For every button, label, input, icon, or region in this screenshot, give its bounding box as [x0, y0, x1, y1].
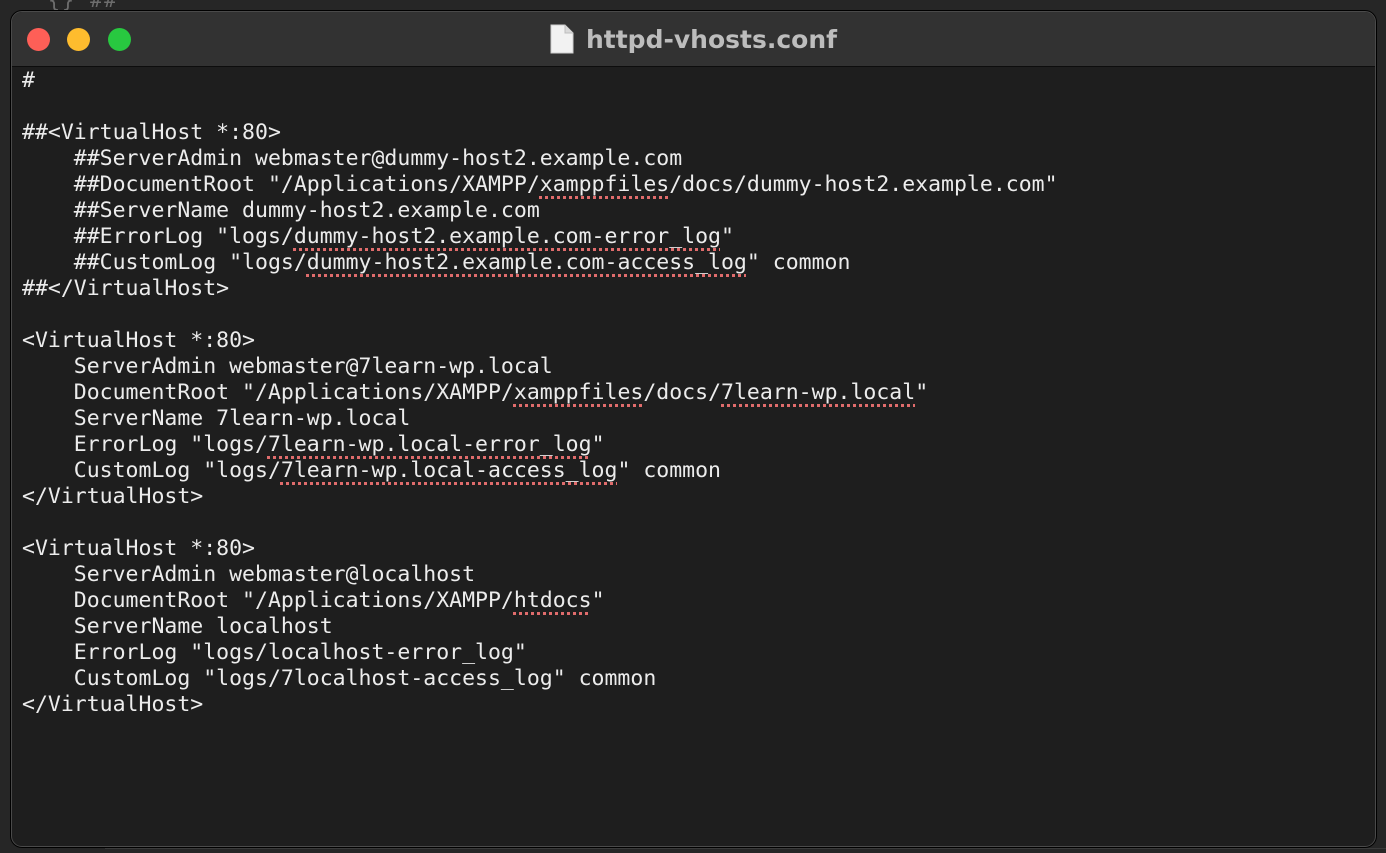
editor-text: ##CustomLog "logs/ [22, 250, 307, 275]
background-divider [105, 848, 1386, 849]
editor-line: ##</VirtualHost> [22, 276, 1362, 302]
window-title: httpd-vhosts.conf [585, 24, 837, 54]
spellcheck-flagged-word: 7learn-wp.local-error_log [267, 432, 592, 457]
editor-line: ##ServerAdmin webmaster@dummy-host2.exam… [22, 146, 1362, 172]
editor-line: ErrorLog "logs/localhost-error_log" [22, 640, 1362, 666]
editor-line: <VirtualHost *:80> [22, 328, 1362, 354]
editor-text: CustomLog "logs/7localhost-access_log" c… [22, 666, 657, 691]
editor-text: ##ServerName dummy-host2.example.com [22, 198, 540, 223]
editor-text: ServerName 7learn-wp.local [22, 406, 411, 431]
editor-text: " [915, 380, 929, 405]
editor-text: </VirtualHost> [22, 484, 204, 509]
editor-line: ServerName localhost [22, 614, 1362, 640]
editor-line: ##<VirtualHost *:80> [22, 120, 1362, 146]
editor-line: ##ServerName dummy-host2.example.com [22, 198, 1362, 224]
spellcheck-flagged-word: dummy-host2.example.com-error_log [293, 224, 721, 249]
spellcheck-flagged-word: htdocs [513, 588, 592, 613]
editor-text: ServerAdmin webmaster@localhost [22, 562, 476, 587]
editor-line: CustomLog "logs/7localhost-access_log" c… [22, 666, 1362, 692]
editor-line: ServerAdmin webmaster@7learn-wp.local [22, 354, 1362, 380]
editor-text: </VirtualHost> [22, 692, 204, 717]
editor-line: DocumentRoot "/Applications/XAMPP/xamppf… [22, 380, 1362, 406]
spellcheck-flagged-word: 7learn-wp.local [721, 380, 916, 405]
editor-text: ServerAdmin webmaster@7learn-wp.local [22, 354, 553, 379]
editor-text: /docs/dummy-host2.example.com" [669, 172, 1058, 197]
editor-text: " common [746, 250, 851, 275]
editor-text: " [591, 432, 605, 457]
editor-line: ServerName 7learn-wp.local [22, 406, 1362, 432]
editor-line: <VirtualHost *:80> [22, 536, 1362, 562]
text-editor-window: httpd-vhosts.conf # ##<VirtualHost *:80>… [11, 11, 1376, 847]
spellcheck-flagged-word: dummy-host2.example.com-access_log [306, 250, 747, 275]
document-icon [550, 24, 574, 54]
editor-text: ##</VirtualHost> [22, 276, 230, 301]
spellcheck-flagged-word: 7learn-wp.local-access_log [280, 458, 618, 483]
editor-text: <VirtualHost *:80> [22, 328, 255, 353]
editor-line: </VirtualHost> [22, 692, 1362, 718]
editor-line: CustomLog "logs/7learn-wp.local-access_l… [22, 458, 1362, 484]
editor-text: ##<VirtualHost *:80> [22, 120, 281, 145]
editor-text: DocumentRoot "/Applications/XAMPP/ [22, 588, 514, 613]
editor-line: ErrorLog "logs/7learn-wp.local-error_log… [22, 432, 1362, 458]
editor-text: ##ErrorLog "logs/ [22, 224, 294, 249]
editor-text: ErrorLog "logs/ [22, 432, 268, 457]
editor-line: ServerAdmin webmaster@localhost [22, 562, 1362, 588]
editor-line: ##CustomLog "logs/dummy-host2.example.co… [22, 250, 1362, 276]
editor-text: <VirtualHost *:80> [22, 536, 255, 561]
editor-line: ##DocumentRoot "/Applications/XAMPP/xamp… [22, 172, 1362, 198]
editor-line: # [22, 68, 1362, 94]
editor-text: /docs/ [643, 380, 722, 405]
editor-text: # [22, 68, 35, 93]
editor-line: DocumentRoot "/Applications/XAMPP/htdocs… [22, 588, 1362, 614]
window-title-group: httpd-vhosts.conf [12, 12, 1375, 66]
editor-text: " common [617, 458, 721, 483]
editor-text: ##DocumentRoot "/Applications/XAMPP/ [22, 172, 540, 197]
editor-text: " [720, 224, 734, 249]
editor-text: ServerName localhost [22, 614, 333, 639]
spellcheck-flagged-word: xamppfiles [513, 380, 644, 405]
text-editor-area[interactable]: # ##<VirtualHost *:80> ##ServerAdmin web… [22, 68, 1362, 838]
editor-text: DocumentRoot "/Applications/XAMPP/ [22, 380, 514, 405]
editor-text: ErrorLog "logs/localhost-error_log" [22, 640, 527, 665]
editor-line: </VirtualHost> [22, 484, 1362, 510]
editor-text: " [591, 588, 605, 613]
spellcheck-flagged-word: xamppfiles [539, 172, 670, 197]
title-bar[interactable]: httpd-vhosts.conf [12, 12, 1375, 67]
editor-line: ##ErrorLog "logs/dummy-host2.example.com… [22, 224, 1362, 250]
editor-text: ##ServerAdmin webmaster@dummy-host2.exam… [22, 146, 683, 171]
editor-text: CustomLog "logs/ [22, 458, 281, 483]
